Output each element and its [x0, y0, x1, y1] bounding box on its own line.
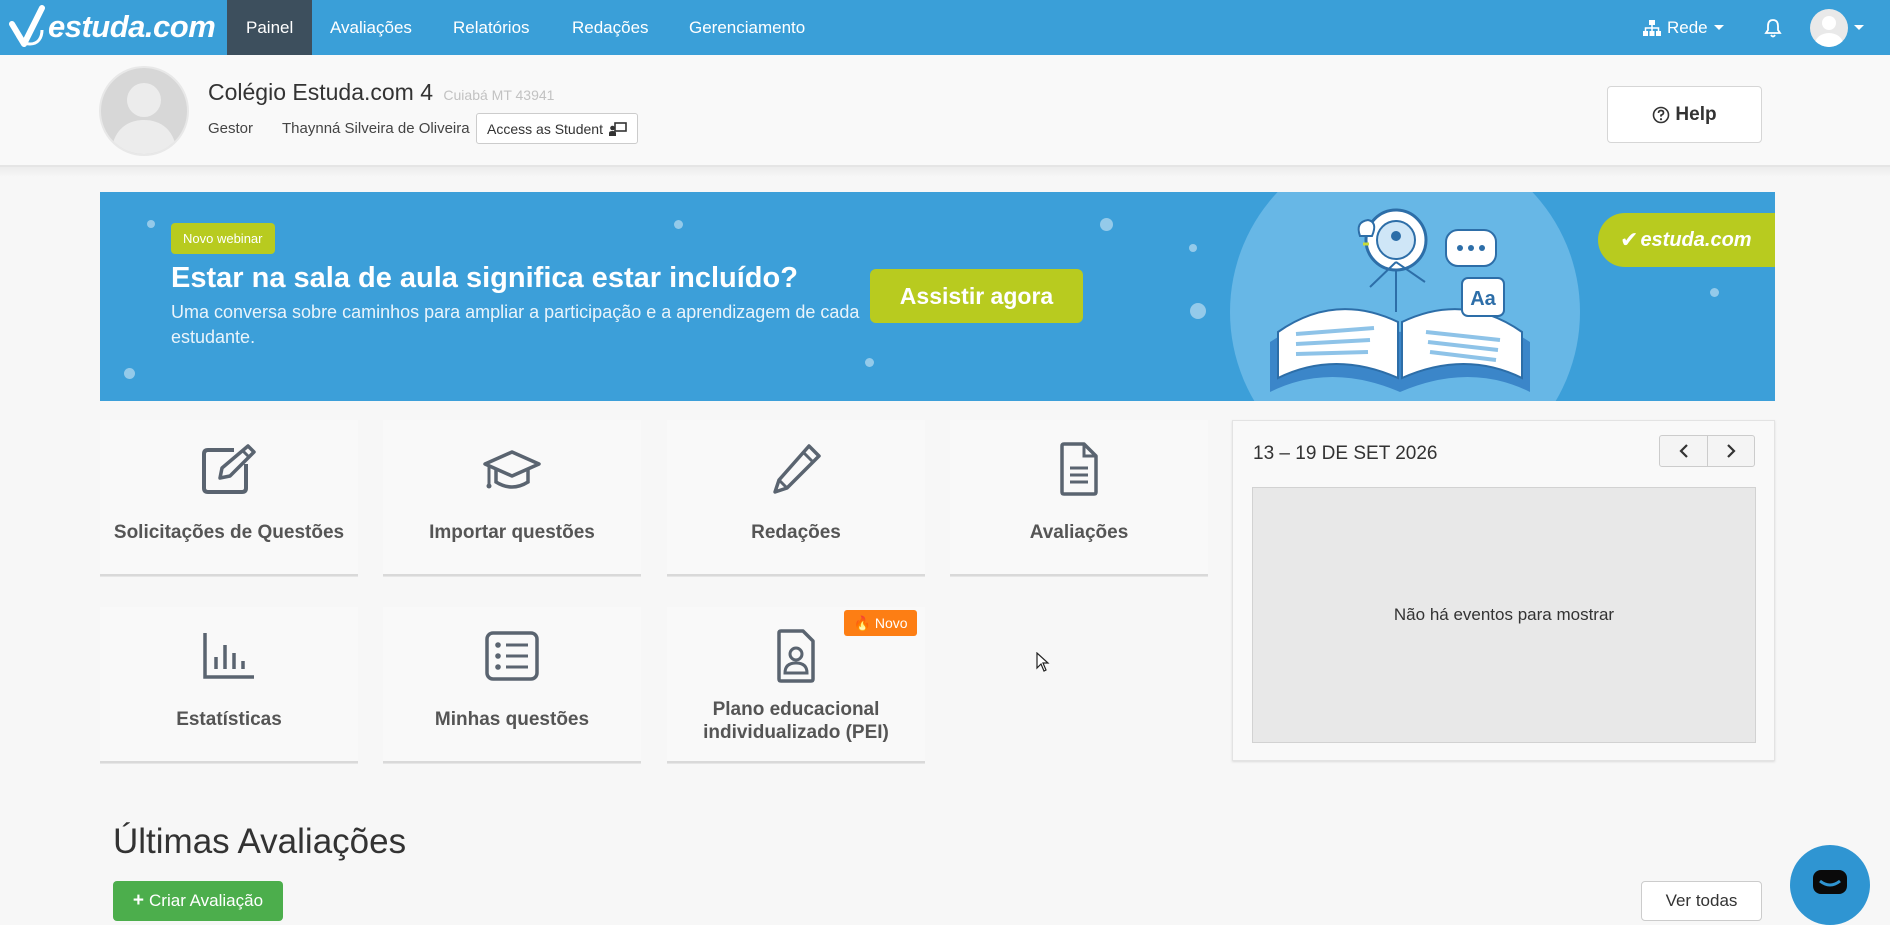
- create-evaluation-label: Criar Avaliação: [149, 891, 264, 910]
- shortcut-label: Estatísticas: [176, 709, 282, 730]
- school-location: Cuiabá MT 43941: [443, 87, 555, 103]
- view-all-button[interactable]: Ver todas: [1641, 881, 1762, 921]
- nav-tab-gerenciamento[interactable]: Gerenciamento: [670, 0, 824, 55]
- user-menu[interactable]: [1810, 0, 1864, 55]
- checkmark-icon: ✔: [1620, 227, 1639, 252]
- list-icon: [485, 631, 539, 681]
- calendar-empty-state: Não há eventos para mostrar: [1252, 487, 1756, 743]
- network-menu[interactable]: Rede: [1643, 0, 1724, 55]
- access-as-student-button[interactable]: Access as Student: [476, 113, 638, 144]
- question-circle-icon: [1653, 106, 1670, 123]
- shortcut-label: Redações: [751, 522, 841, 543]
- user-name: Thaynná Silveira de Oliveira: [282, 120, 470, 137]
- nav-tab-avaliacoes[interactable]: Avaliações: [311, 0, 431, 55]
- banner-title: Estar na sala de aula significa estar in…: [171, 262, 798, 294]
- bell-icon: [1764, 18, 1782, 37]
- calendar-nav: [1659, 435, 1755, 467]
- graduation-cap-icon: [483, 450, 541, 489]
- chat-bubble-icon: [1813, 870, 1847, 894]
- chevron-left-icon: [1678, 444, 1688, 458]
- shortcut-label: Avaliações: [1029, 522, 1129, 543]
- help-button[interactable]: Help: [1607, 86, 1762, 143]
- watch-now-button[interactable]: Assistir agora: [870, 269, 1083, 323]
- fire-icon: 🔥: [853, 614, 871, 631]
- latest-evaluations-title: Últimas Avaliações: [113, 822, 407, 861]
- school-title: Colégio Estuda.com 4 Cuiabá MT 43941: [208, 79, 554, 106]
- brand-logo[interactable]: estuda.com: [8, 4, 216, 50]
- help-label: Help: [1675, 103, 1717, 125]
- banner-brand-pill: ✔ estuda.com: [1598, 213, 1775, 267]
- nav-tab-relatorios[interactable]: Relatórios: [434, 0, 549, 55]
- caret-down-icon: [1713, 25, 1724, 30]
- user-role: Gestor: [208, 120, 254, 137]
- chat-launcher-button[interactable]: [1790, 845, 1870, 925]
- shortcut-redacoes[interactable]: Redações: [667, 420, 925, 576]
- open-book-illustration-icon: Aa: [1270, 208, 1530, 392]
- chevron-right-icon: [1727, 444, 1736, 458]
- brand-name: estuda.com: [48, 9, 216, 44]
- new-badge: 🔥 Novo: [844, 610, 917, 636]
- webinar-badge: Novo webinar: [171, 223, 275, 254]
- shortcut-label: Minhas questões: [434, 709, 590, 730]
- webinar-banner[interactable]: Novo webinar Estar na sala de aula signi…: [100, 192, 1775, 401]
- shortcut-estatisticas[interactable]: Estatísticas: [100, 607, 358, 763]
- nav-tab-redacoes[interactable]: Redações: [553, 0, 668, 55]
- shortcut-avaliacoes[interactable]: Avaliações: [950, 420, 1208, 576]
- new-badge-label: Novo: [874, 615, 908, 631]
- document-icon: [1060, 442, 1098, 496]
- events-calendar: 13 – 19 DE SET 2026 Não há eventos para …: [1232, 420, 1775, 761]
- access-as-student-label: Access as Student: [487, 120, 603, 137]
- nav-tab-painel[interactable]: Painel: [227, 0, 313, 55]
- school-name: Colégio Estuda.com 4: [208, 79, 434, 105]
- chalkboard-user-icon: [608, 121, 627, 136]
- shortcut-solicitacoes-questoes[interactable]: Solicitações de Questões: [100, 420, 358, 576]
- calendar-range: 13 – 19 DE SET 2026: [1253, 443, 1438, 464]
- mouse-cursor-icon: [1036, 652, 1050, 672]
- pencil-icon: [773, 444, 821, 494]
- create-evaluation-button[interactable]: + Criar Avaliação: [113, 881, 283, 921]
- caret-down-icon: [1854, 25, 1864, 30]
- network-label: Rede: [1667, 17, 1708, 37]
- calendar-next-button[interactable]: [1707, 436, 1754, 466]
- school-avatar: [99, 66, 189, 156]
- top-navbar: estuda.com Painel Avaliações Relatórios …: [0, 0, 1890, 55]
- user-avatar: [1810, 8, 1848, 47]
- banner-brand-name: estuda.com: [1640, 228, 1752, 251]
- sitemap-icon: [1643, 19, 1661, 36]
- checkmark-logo-icon: [9, 5, 45, 47]
- calendar-prev-button[interactable]: [1660, 436, 1707, 466]
- illustration-text: Aa: [1470, 288, 1496, 310]
- bar-chart-icon: [203, 633, 254, 679]
- shortcut-label: Solicitações de Questões: [113, 522, 345, 543]
- header-divider: [0, 167, 1890, 177]
- id-card-icon: [777, 629, 815, 683]
- shortcut-minhas-questoes[interactable]: Minhas questões: [383, 607, 641, 763]
- shortcut-label: Plano educacional individualizado (PEI): [703, 699, 889, 743]
- edit-square-icon: [202, 444, 256, 494]
- person-silhouette-icon: [111, 83, 177, 154]
- notifications-button[interactable]: [1764, 0, 1782, 55]
- shortcut-label: Importar questões: [429, 522, 595, 543]
- banner-subtitle: Uma conversa sobre caminhos para ampliar…: [171, 302, 860, 347]
- shortcut-importar-questoes[interactable]: Importar questões: [383, 420, 641, 576]
